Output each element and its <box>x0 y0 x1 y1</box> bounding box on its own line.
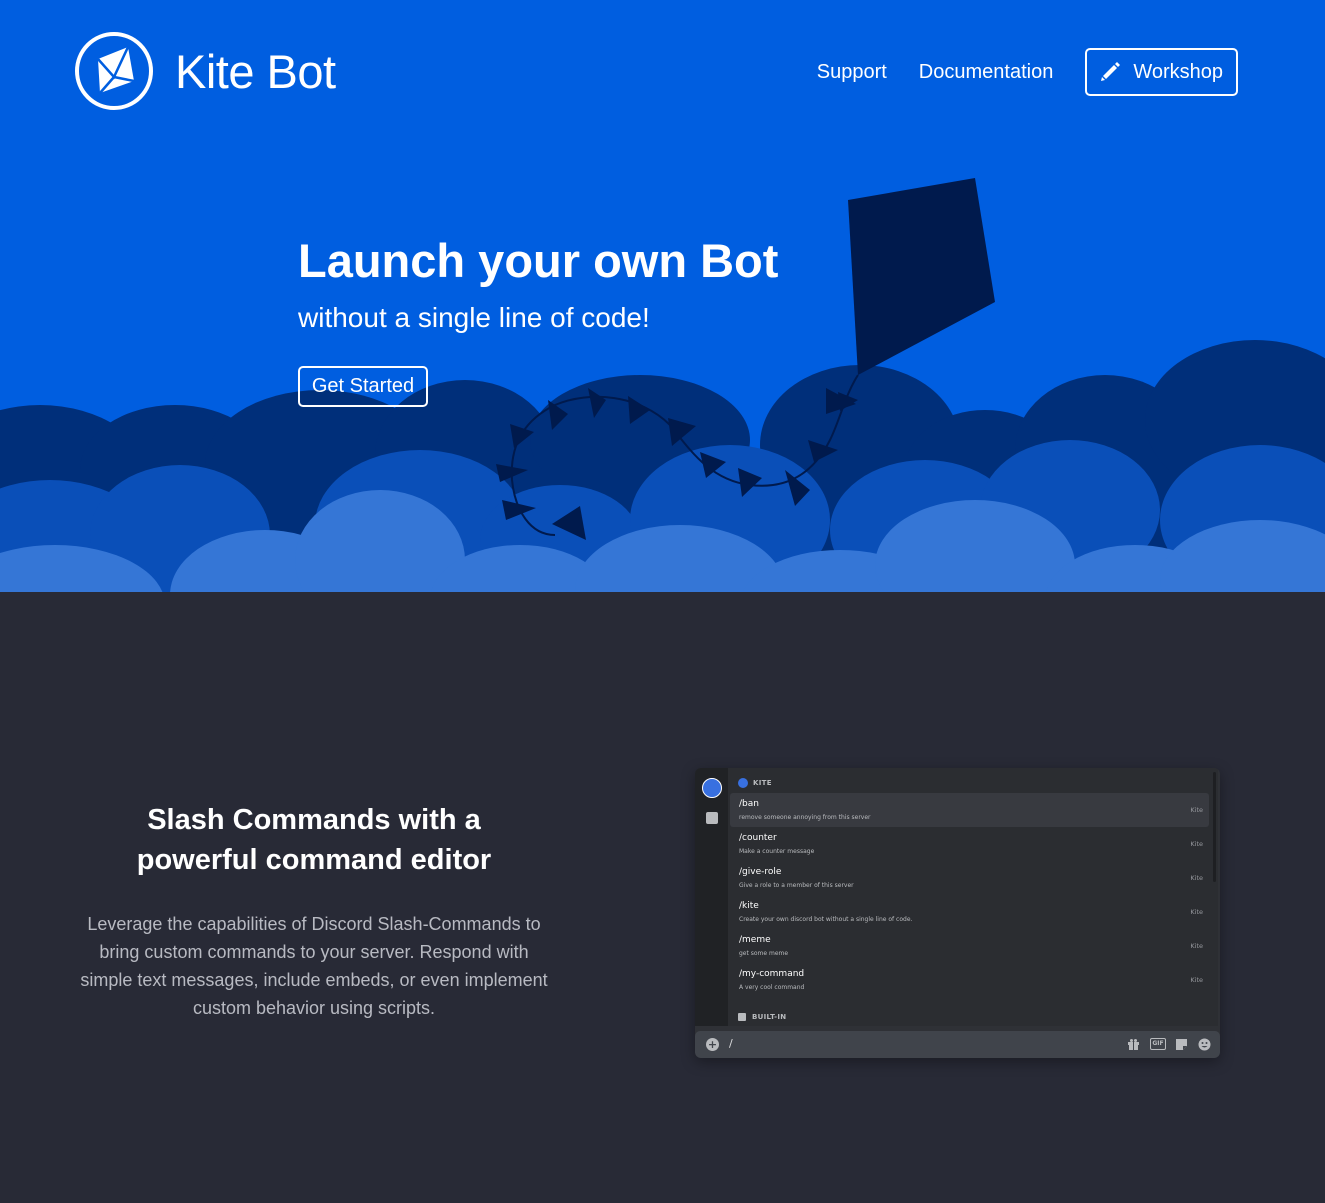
hero-subheadline: without a single line of code! <box>298 302 650 333</box>
command-category-rail <box>695 768 728 1026</box>
command-description: Make a counter message <box>739 848 815 855</box>
kite-app-icon[interactable] <box>702 778 722 798</box>
command-name: /meme <box>739 935 771 945</box>
pencil-icon <box>1101 62 1121 81</box>
command-item[interactable]: /ban remove someone annoying from this s… <box>730 793 1209 827</box>
command-source: Kite <box>1190 874 1203 882</box>
group-label: KITE <box>753 779 772 787</box>
brand-name: Kite Bot <box>175 44 336 98</box>
command-name: /counter <box>739 833 777 843</box>
builtin-label: BUILT-IN <box>752 1013 787 1021</box>
gift-icon[interactable] <box>1127 1038 1140 1051</box>
message-input-value[interactable]: / <box>729 1037 733 1050</box>
workshop-label: Workshop <box>1133 60 1223 83</box>
command-item[interactable]: /my-command A very cool command Kite <box>730 963 1209 997</box>
feature-description: Leverage the capabilities of Discord Sla… <box>80 914 548 1018</box>
command-name: /give-role <box>739 867 782 877</box>
gif-icon[interactable]: GIF <box>1150 1038 1166 1050</box>
message-input-bar[interactable]: + / GIF <box>695 1031 1220 1058</box>
discord-command-preview: KITE /ban remove someone annoying from t… <box>695 768 1220 1058</box>
sticker-icon[interactable] <box>1175 1038 1188 1051</box>
top-nav: Support Documentation Workshop <box>785 48 1238 96</box>
command-item[interactable]: /kite Create your own discord bot withou… <box>730 895 1209 929</box>
command-list: KITE /ban remove someone annoying from t… <box>728 768 1218 1026</box>
command-source: Kite <box>1190 908 1203 916</box>
nav-workshop-button[interactable]: Workshop <box>1085 48 1238 96</box>
command-name: /my-command <box>739 969 805 979</box>
command-source: Kite <box>1190 942 1203 950</box>
hero-headline: Launch your own Bot <box>298 234 779 287</box>
command-description: get some meme <box>739 950 789 957</box>
command-item[interactable]: /give-role Give a role to a member of th… <box>730 861 1209 895</box>
command-description: A very cool command <box>739 984 805 991</box>
get-started-button[interactable]: Get Started <box>298 366 428 407</box>
feature-title-line1: Slash Commands with a <box>147 804 481 836</box>
command-list-scrollbar[interactable] <box>1213 772 1216 882</box>
command-description: Give a role to a member of this server <box>739 882 854 889</box>
emoji-icon[interactable] <box>1198 1038 1211 1051</box>
hero-section: Kite Bot Support Documentation Workshop … <box>0 0 1325 592</box>
nav-support-link[interactable]: Support <box>817 61 887 84</box>
kite-logo-icon <box>75 32 153 110</box>
command-description: remove someone annoying from this server <box>739 814 871 821</box>
feature-title: Slash Commands with a powerful command e… <box>84 800 544 880</box>
command-description: Create your own discord bot without a si… <box>739 916 913 923</box>
builtin-category-icon[interactable] <box>706 812 718 824</box>
group-header-builtin: BUILT-IN <box>738 1013 786 1021</box>
feature-title-line2: powerful command editor <box>136 844 492 876</box>
add-attachment-icon[interactable]: + <box>706 1038 719 1051</box>
command-item[interactable]: /counter Make a counter message Kite <box>730 827 1209 861</box>
command-source: Kite <box>1190 976 1203 984</box>
brand-home-link[interactable]: Kite Bot <box>74 31 336 111</box>
group-header-kite: KITE <box>738 778 772 788</box>
command-item[interactable]: /meme get some meme Kite <box>730 929 1209 963</box>
command-name: /ban <box>739 799 759 809</box>
kite-group-icon <box>738 778 748 788</box>
builtin-group-icon <box>738 1013 746 1021</box>
nav-documentation-link[interactable]: Documentation <box>919 61 1054 84</box>
command-source: Kite <box>1190 840 1203 848</box>
command-source: Kite <box>1190 806 1203 814</box>
command-name: /kite <box>739 901 759 911</box>
